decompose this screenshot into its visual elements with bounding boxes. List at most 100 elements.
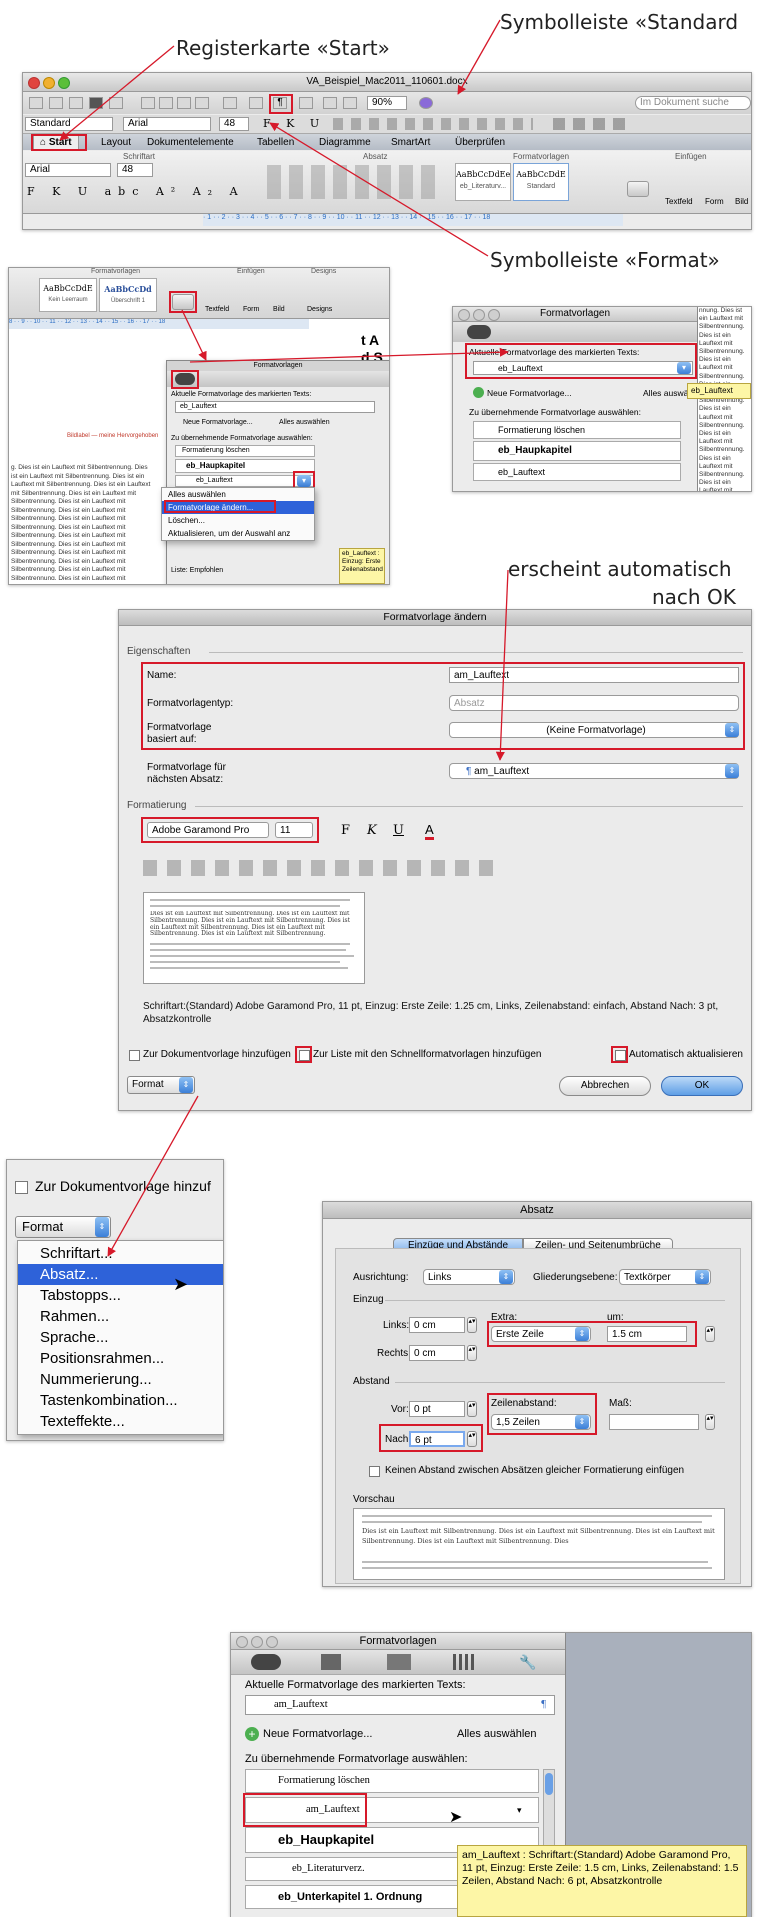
toolbox-icon[interactable] [467, 325, 491, 339]
tab-ueberpruefen[interactable]: Überprüfen [449, 135, 511, 150]
font-color-button[interactable]: A [425, 822, 434, 840]
tab-layout[interactable]: Layout [95, 135, 137, 150]
redo-icon[interactable] [249, 97, 263, 109]
sidebar-icon[interactable] [299, 97, 313, 109]
tab-smartart[interactable]: SmartArt [385, 135, 436, 150]
style-gallery-thumb-1[interactable]: AaBbCcDdEe eb_Literaturv... [455, 163, 511, 201]
dialog-alignment-buttons[interactable] [143, 860, 503, 876]
insert-form[interactable]: Form [705, 197, 724, 206]
ribbon-font-field[interactable]: Arial [25, 163, 111, 177]
small-thumb-1[interactable]: AaBbCcDdE Kein Leerraum [39, 278, 97, 312]
menu-tastenkombination[interactable]: Tastenkombination... [18, 1390, 223, 1411]
small-current-field[interactable]: eb_Lauftext [175, 401, 375, 413]
bottom-toolbox-icon[interactable] [251, 1654, 281, 1670]
bottom-new-style[interactable]: Neue Formatvorlage... [263, 1728, 372, 1740]
styles-pane-icon[interactable] [627, 181, 649, 197]
format-buttons[interactable]: F K U [263, 117, 325, 130]
menu-absatz[interactable]: Absatz... [18, 1264, 223, 1285]
menu-positionsrahmen[interactable]: Positionsrahmen... [18, 1348, 223, 1369]
style-gallery-thumb-2[interactable]: AaBbCcDdE Standard [513, 163, 569, 201]
format-dropdown-arrow[interactable]: ⇕ [179, 1077, 193, 1093]
insert-textfeld[interactable]: Textfeld [665, 197, 693, 206]
paste-icon[interactable] [177, 97, 191, 109]
no-space-checkbox[interactable] [369, 1466, 380, 1477]
ctx-update[interactable]: Aktualisieren, um der Auswahl anz [162, 527, 314, 540]
menu-rahmen[interactable]: Rahmen... [18, 1306, 223, 1327]
undo-icon[interactable] [223, 97, 237, 109]
bottom-tools-icon[interactable]: 🔧 [519, 1654, 536, 1671]
ribbon-size-field[interactable]: 48 [117, 163, 153, 177]
layout-icon[interactable] [323, 97, 337, 109]
palette-right-new-style[interactable]: Neue Formatvorlage... [487, 388, 572, 398]
print-icon[interactable] [109, 97, 123, 109]
bottom-lauftext-dropdown[interactable]: ▾ [517, 1805, 522, 1816]
document-search-input[interactable]: Im Dokument suche [635, 96, 751, 110]
size-box[interactable]: 48 [219, 117, 249, 131]
cancel-button[interactable]: Abbrechen [559, 1076, 651, 1096]
insert-bild[interactable]: Bild [735, 197, 748, 206]
tab-dokumentelemente[interactable]: Dokumentelemente [141, 135, 240, 150]
copy-icon[interactable] [159, 97, 173, 109]
right-indent-input[interactable]: 0 cm [409, 1345, 465, 1361]
ctx-delete[interactable]: Löschen... [162, 514, 314, 527]
tab-diagramme[interactable]: Diagramme [313, 135, 377, 150]
bottom-scroll-thumb[interactable] [545, 1773, 553, 1795]
measure-input[interactable] [609, 1414, 699, 1430]
bottom-library-icon[interactable] [453, 1654, 475, 1670]
left-indent-stepper[interactable]: ▴▾ [467, 1317, 477, 1333]
style-box[interactable]: Standard [25, 117, 113, 131]
small-palette-icons[interactable] [167, 371, 389, 387]
bottom-media-icon[interactable] [387, 1654, 411, 1670]
small-clear-row[interactable]: Formatierung löschen [175, 445, 315, 457]
menu-format-arrow[interactable]: ⇕ [95, 1217, 109, 1237]
small-insert-designs[interactable]: Designs [307, 306, 332, 313]
save-icon[interactable] [89, 97, 103, 109]
small-insert-textfeld[interactable]: Textfeld [205, 306, 229, 313]
menu-template-checkbox[interactable] [15, 1181, 28, 1194]
gallery-icon[interactable] [49, 97, 63, 109]
menu-nummerierung[interactable]: Nummerierung... [18, 1369, 223, 1390]
format-painter-icon[interactable] [195, 97, 209, 109]
palette-right-hauptkapitel-row[interactable]: eb_Haupkapitel [473, 441, 681, 461]
underline-button[interactable]: U [393, 823, 404, 838]
media-icon[interactable] [343, 97, 357, 109]
font-box[interactable]: Arial [123, 117, 211, 131]
before-input[interactable]: 0 pt [409, 1401, 465, 1417]
right-indent-stepper[interactable]: ▴▾ [467, 1345, 477, 1361]
bottom-pages-icon[interactable] [321, 1654, 341, 1670]
menu-sprache[interactable]: Sprache... [18, 1327, 223, 1348]
small-thumb-2[interactable]: AaBbCcDd Überschrift 1 [99, 278, 157, 312]
measure-stepper[interactable]: ▴▾ [705, 1414, 715, 1430]
small-insert-bild[interactable]: Bild [273, 306, 285, 313]
by-stepper[interactable]: ▴▾ [705, 1326, 715, 1342]
palette-right-clear-row[interactable]: Formatierung löschen [473, 421, 681, 439]
tab-tabellen[interactable]: Tabellen [251, 135, 300, 150]
ruler[interactable]: · 1 · · 2 · · 3 · · 4 · · 5 · · 6 · · 7 … [203, 214, 623, 226]
bottom-new-icon[interactable]: + [245, 1727, 259, 1741]
bottom-clear-row[interactable]: Formatierung löschen [245, 1769, 539, 1793]
open-icon[interactable] [69, 97, 83, 109]
palette-bottom-icons[interactable]: 🔧 [231, 1650, 565, 1675]
ribbon-font-buttons[interactable]: F K U abc A² A₂ A [27, 185, 245, 198]
palette-right-lauftext-row[interactable]: eb_Lauftext [473, 463, 681, 481]
next-style-arrow[interactable]: ⇕ [725, 764, 739, 778]
menu-texteffekte[interactable]: Texteffekte... [18, 1411, 223, 1432]
before-stepper[interactable]: ▴▾ [467, 1401, 477, 1417]
cut-icon[interactable] [141, 97, 155, 109]
palette-right-icons[interactable] [453, 322, 697, 342]
italic-button[interactable]: K [367, 823, 377, 838]
new-doc-icon[interactable] [29, 97, 43, 109]
small-new-style[interactable]: Neue Formatvorlage... [183, 419, 253, 426]
small-select-all[interactable]: Alles auswählen [279, 419, 330, 426]
bottom-select-all[interactable]: Alles auswählen [457, 1728, 537, 1740]
small-insert-form[interactable]: Form [243, 306, 259, 313]
outline-arrow[interactable]: ⇕ [695, 1270, 709, 1284]
menu-tabstopps[interactable]: Tabstopps... [18, 1285, 223, 1306]
help-icon[interactable] [419, 97, 433, 109]
zoom-field[interactable]: 90% [367, 96, 407, 110]
palette-right-new-icon[interactable] [473, 387, 484, 398]
left-indent-input[interactable]: 0 cm [409, 1317, 465, 1333]
highlight-color-buttons[interactable] [553, 118, 633, 130]
ribbon-paragraph-buttons[interactable] [267, 165, 437, 199]
ok-button[interactable]: OK [661, 1076, 743, 1096]
